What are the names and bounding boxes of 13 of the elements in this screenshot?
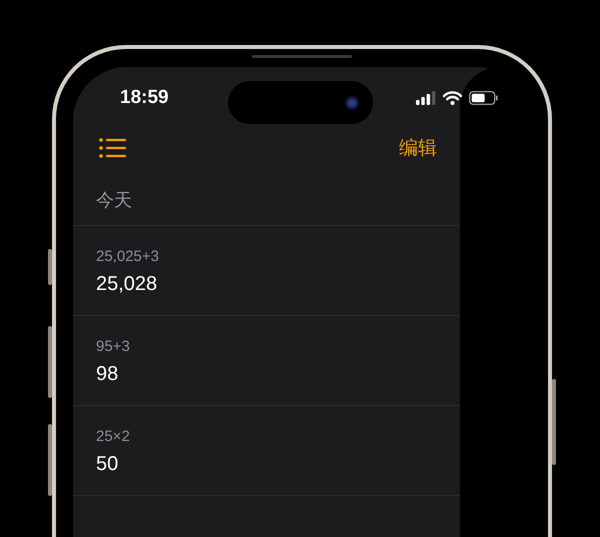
expression-text: 25×2 <box>96 428 130 445</box>
signal-icon <box>416 91 436 105</box>
result-text: 50 <box>96 453 118 476</box>
result-text: 25,028 <box>96 273 158 296</box>
result-text: 98 <box>96 363 118 386</box>
expression-text: 95+3 <box>96 338 130 355</box>
list-icon[interactable] <box>99 138 126 158</box>
expression-text: 25,025+3 <box>96 248 159 265</box>
edit-button[interactable]: 编辑 <box>399 135 437 161</box>
status-time: 18:59 <box>120 87 169 109</box>
battery-icon <box>469 91 498 105</box>
wifi-icon <box>443 91 462 105</box>
camera-lens <box>345 96 359 110</box>
